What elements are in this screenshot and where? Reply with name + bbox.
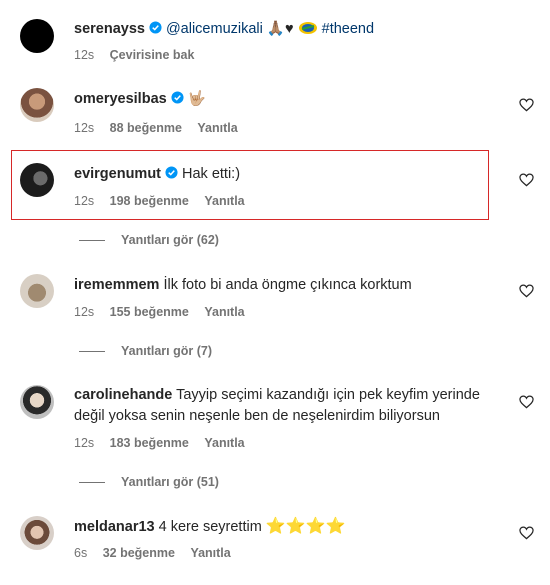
mention-link[interactable]: @alicemuzikali bbox=[166, 21, 263, 37]
comment-body: Hak etti:) bbox=[182, 166, 241, 182]
timestamp: 12s bbox=[74, 194, 95, 208]
reply-button[interactable]: Yanıtla bbox=[204, 436, 244, 450]
username[interactable]: evirgenumut bbox=[74, 166, 161, 182]
likes-count[interactable]: 198 beğenme bbox=[110, 194, 189, 208]
timestamp: 6s bbox=[74, 546, 88, 560]
verified-icon bbox=[149, 21, 162, 34]
flag-icon bbox=[298, 22, 317, 34]
verified-icon bbox=[171, 91, 184, 104]
view-replies-label: Yanıtları gör (7) bbox=[121, 344, 212, 358]
divider-line bbox=[79, 482, 105, 484]
view-replies-label: Yanıtları gör (62) bbox=[121, 233, 219, 247]
likes-count[interactable]: 183 beğenme bbox=[110, 436, 189, 450]
view-replies-button[interactable]: Yanıtları gör (51) bbox=[79, 475, 219, 489]
comment-text: meldanar13 4 kere seyrettim ⭐⭐⭐⭐ bbox=[74, 516, 514, 538]
highlight-box bbox=[11, 150, 489, 220]
heart-icon[interactable] bbox=[519, 526, 534, 540]
reply-button[interactable]: Yanıtla bbox=[204, 305, 244, 319]
comment-meta: 12s Çevirisine bak bbox=[74, 48, 206, 62]
likes-count[interactable]: 32 beğenme bbox=[103, 546, 175, 560]
divider-line bbox=[79, 351, 105, 353]
timestamp: 12s bbox=[74, 436, 95, 450]
timestamp: 12s bbox=[74, 121, 95, 135]
comment-body: İlk foto bi anda öngme çıkınca korktum bbox=[163, 277, 412, 293]
comment-meta: 6s 32 beğenme Yanıtla bbox=[74, 546, 243, 560]
comment-text: irememmem İlk foto bi anda öngme çıkınca… bbox=[74, 275, 514, 296]
view-replies-button[interactable]: Yanıtları gör (62) bbox=[79, 233, 219, 247]
timestamp: 12s bbox=[74, 48, 95, 62]
verified-icon bbox=[165, 166, 178, 179]
comment-meta: 12s 88 beğenme Yanıtla bbox=[74, 121, 250, 135]
avatar[interactable] bbox=[20, 274, 54, 308]
avatar[interactable] bbox=[20, 516, 54, 550]
username[interactable]: omeryesilbas bbox=[74, 91, 167, 107]
heart-icon[interactable] bbox=[519, 173, 534, 187]
avatar[interactable] bbox=[20, 163, 54, 197]
reply-button[interactable]: Yanıtla bbox=[204, 194, 244, 208]
reply-button[interactable]: Yanıtla bbox=[197, 121, 237, 135]
view-replies-button[interactable]: Yanıtları gör (7) bbox=[79, 344, 212, 358]
likes-count[interactable]: 155 beğenme bbox=[110, 305, 189, 319]
comment-meta: 12s 198 beğenme Yanıtla bbox=[74, 194, 257, 208]
username[interactable]: irememmem bbox=[74, 277, 159, 293]
view-replies-label: Yanıtları gör (51) bbox=[121, 475, 219, 489]
comment-text: omeryesilbas 🤟🏼 bbox=[74, 89, 514, 110]
comment-body: 4 kere seyrettim bbox=[158, 519, 262, 535]
avatar[interactable] bbox=[20, 385, 54, 419]
emoji-text: 🤟🏼 bbox=[187, 91, 206, 107]
see-translation-button[interactable]: Çevirisine bak bbox=[110, 48, 195, 62]
timestamp: 12s bbox=[74, 305, 95, 319]
emoji-text: 🙏🏽♥ bbox=[266, 21, 294, 37]
reply-button[interactable]: Yanıtla bbox=[190, 546, 230, 560]
hashtag-link[interactable]: #theend bbox=[322, 21, 374, 37]
heart-icon[interactable] bbox=[519, 395, 534, 409]
avatar[interactable] bbox=[20, 88, 54, 122]
username[interactable]: meldanar13 bbox=[74, 519, 155, 535]
heart-icon[interactable] bbox=[519, 284, 534, 298]
username[interactable]: carolinehande bbox=[74, 387, 172, 403]
username[interactable]: serenayss bbox=[74, 21, 145, 37]
star-emojis: ⭐⭐⭐⭐ bbox=[265, 518, 346, 535]
likes-count[interactable]: 88 beğenme bbox=[110, 121, 182, 135]
avatar[interactable] bbox=[20, 19, 54, 53]
comment-text: evirgenumut Hak etti:) bbox=[74, 164, 514, 185]
comment-text: carolinehande Tayyip seçimi kazandığı iç… bbox=[74, 385, 514, 427]
divider-line bbox=[79, 240, 105, 242]
comment-text: serenayss @alicemuzikali 🙏🏽♥ #theend bbox=[74, 19, 514, 40]
heart-icon[interactable] bbox=[519, 98, 534, 112]
comment-meta: 12s 155 beğenme Yanıtla bbox=[74, 305, 257, 319]
comment-meta: 12s 183 beğenme Yanıtla bbox=[74, 436, 257, 450]
